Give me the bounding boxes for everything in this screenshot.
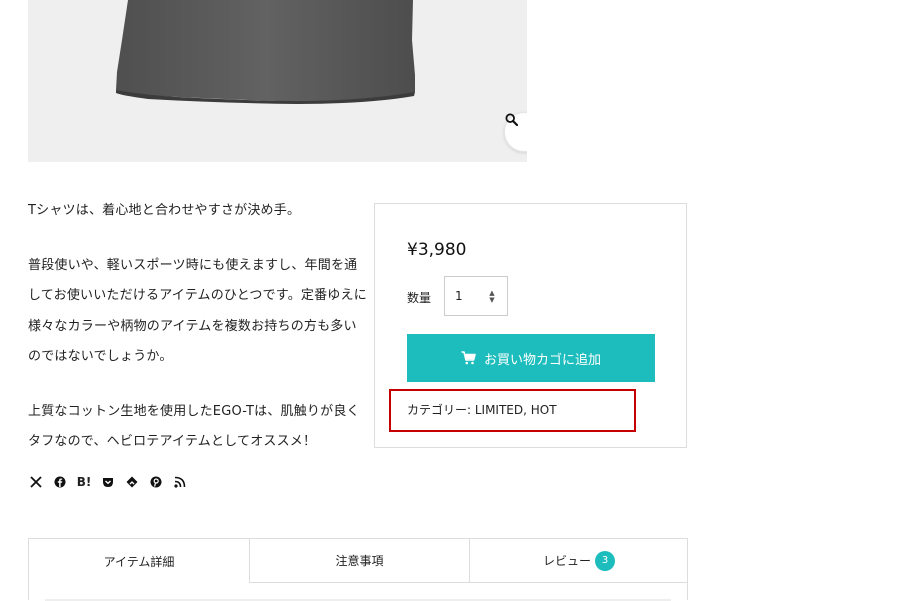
feedly-icon[interactable] — [124, 474, 140, 490]
product-tabs: アイテム詳細 注意事項 レビュー 3 — [28, 538, 688, 601]
cart-icon — [461, 351, 476, 365]
tshirt-image — [116, 0, 415, 104]
description-line: のではないでしょうか。 — [28, 349, 173, 364]
quantity-stepper[interactable]: ▲ ▼ — [487, 290, 497, 304]
tab-label: レビュー — [542, 554, 591, 568]
add-to-cart-button[interactable]: お買い物カゴに追加 — [407, 334, 655, 382]
magnifier-icon — [505, 113, 518, 126]
highlight-box — [389, 389, 636, 432]
tab-item-details[interactable]: アイテム詳細 — [29, 539, 249, 583]
description-line: 上質なコットン生地を使用したEGO-Tは、肌触りが良く — [28, 403, 360, 419]
description-line: 様々なカラーや柄物のアイテムを複数お持ちの方も多い — [28, 318, 357, 334]
x-icon[interactable] — [28, 474, 44, 490]
description-line: してお使いいただけるアイテムのひとつです。定番ゆえに — [28, 288, 367, 303]
price: ¥3,980 — [407, 240, 467, 260]
add-to-cart-label: お買い物カゴに追加 — [483, 351, 601, 367]
tab-label: アイテム詳細 — [103, 554, 175, 569]
product-description: Tシャツは、着心地と合わせやすさが決め手。 普段使いや、軽いスポーツ時にも使えま… — [28, 196, 368, 458]
pinterest-icon[interactable] — [148, 474, 164, 490]
quantity-label: 数量 — [407, 291, 432, 305]
tab-notes[interactable]: 注意事項 — [249, 539, 469, 583]
tab-label: 注意事項 — [335, 554, 384, 568]
rss-icon[interactable] — [172, 474, 188, 490]
quantity-value: 1 — [455, 289, 463, 303]
share-bar: B! — [28, 474, 196, 490]
hatena-bookmark-icon[interactable]: B! — [76, 474, 92, 490]
description-line: Tシャツは、着心地と合わせやすさが決め手。 — [28, 203, 301, 218]
facebook-icon[interactable] — [52, 474, 68, 490]
description-line: 普段使いや、軽いスポーツ時にも使えますし、年間を通 — [28, 257, 358, 273]
description-line: タフなので、ヘビロテアイテムとしてオススメ！ — [28, 434, 317, 449]
review-count-badge: 3 — [595, 550, 615, 571]
quantity-input[interactable]: 1 ▲ ▼ — [444, 276, 508, 316]
pocket-icon[interactable] — [100, 474, 116, 490]
tab-reviews[interactable]: レビュー 3 — [469, 539, 688, 583]
product-image — [28, 0, 527, 162]
